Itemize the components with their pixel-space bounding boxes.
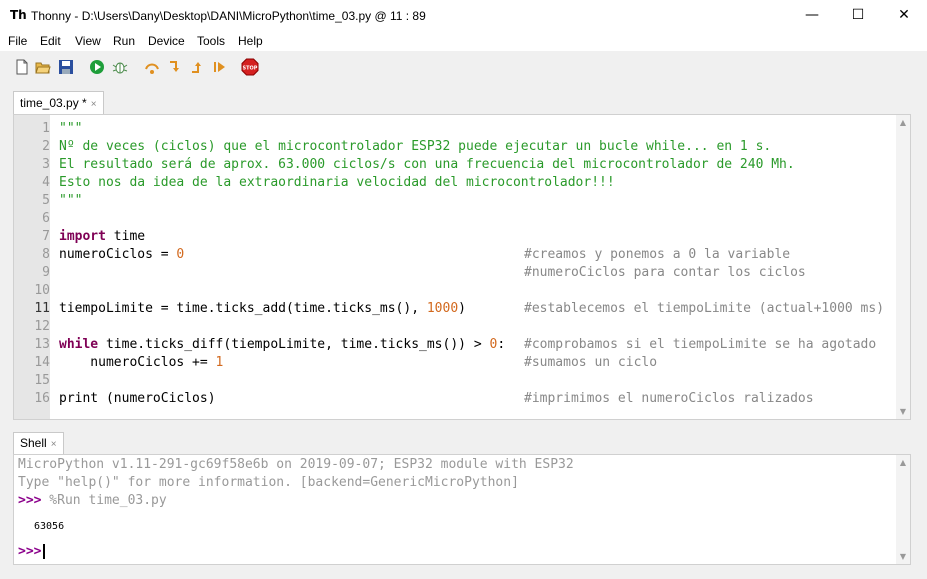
line-number: 8 — [42, 247, 50, 262]
code-line: numeroCiclos += 1 — [59, 354, 223, 372]
save-icon[interactable] — [58, 59, 74, 75]
shell-prompt: >>> — [18, 544, 42, 559]
number-literal: 0 — [176, 247, 185, 262]
line-number: 7 — [42, 229, 50, 244]
step-out-icon[interactable] — [189, 59, 205, 75]
shell-tab-label: Shell — [20, 436, 47, 450]
title-bar: Th Thonny - D:\Users\Dany\Desktop\DANI\M… — [0, 0, 927, 31]
line-number: 1 — [42, 121, 50, 136]
stop-label: STOP — [243, 66, 258, 72]
scroll-up-arrow-icon[interactable]: ▲ — [896, 458, 910, 467]
menu-edit[interactable]: Edit — [40, 34, 61, 48]
line-number-gutter: 1 2 3 4 5 6 7 8 9 10 11 12 13 14 15 16 — [14, 115, 50, 419]
minimize-button[interactable]: — — [789, 0, 835, 31]
code-line: Esto nos da idea de la extraordinaria ve… — [59, 175, 615, 190]
code-comment: #sumamos un ciclo — [524, 355, 658, 370]
code-comment: #establecemos el tiempoLimite (actual+10… — [524, 301, 885, 316]
menu-file[interactable]: File — [8, 34, 27, 48]
code-line: print (numeroCiclos) — [59, 391, 216, 406]
code-comment: #comprobamos si el tiempoLimite se ha ag… — [524, 337, 877, 352]
shell-command: %Run time_03.py — [41, 493, 167, 508]
line-number: 6 — [42, 211, 50, 226]
keyword: import — [59, 229, 106, 244]
code-line: """ — [59, 193, 83, 208]
stop-icon[interactable]: STOP — [241, 58, 259, 76]
run-icon[interactable] — [89, 59, 105, 75]
line-number-active: 11 — [34, 301, 50, 316]
new-file-icon[interactable] — [14, 59, 30, 75]
menu-bar: File Edit View Run Device Tools Help — [0, 31, 927, 51]
code-comment: #creamos y ponemos a 0 la variable — [524, 247, 791, 262]
menu-run[interactable]: Run — [113, 34, 135, 48]
close-tab-icon[interactable]: × — [91, 99, 97, 110]
shell-banner: Type "help()" for more information. [bac… — [18, 475, 519, 490]
menu-view[interactable]: View — [75, 34, 101, 48]
code-comment: #imprimimos el numeroCiclos ralizados — [524, 391, 814, 406]
scroll-up-arrow-icon[interactable]: ▲ — [896, 118, 910, 127]
menu-tools[interactable]: Tools — [197, 34, 225, 48]
editor-tab-bar: time_03.py * × — [0, 84, 927, 114]
code-comment: #numeroCiclos para contar los ciclos — [524, 265, 806, 280]
code-line: El resultado será de aprox. 63.000 ciclo… — [59, 157, 795, 172]
code-line: Nº de veces (ciclos) que el microcontrol… — [59, 139, 772, 154]
tab-shell[interactable]: Shell × — [13, 432, 64, 454]
line-number: 16 — [34, 391, 50, 406]
tab-label: time_03.py * — [20, 96, 87, 110]
code-text: time.ticks_diff(tiempoLimite, time.ticks… — [98, 337, 490, 352]
step-into-icon[interactable] — [167, 59, 183, 75]
menu-device[interactable]: Device — [148, 34, 185, 48]
resume-icon[interactable] — [211, 59, 227, 75]
code-text: time — [105, 229, 146, 244]
code-line: tiempoLimite = time.ticks_add(time.ticks… — [59, 300, 466, 318]
code-text: tiempoLimite = time.ticks_add(time.ticks… — [59, 301, 427, 316]
code-line: """ — [59, 121, 83, 136]
menu-help[interactable]: Help — [238, 34, 263, 48]
shell-command-line: >>> %Run time_03.py — [18, 492, 167, 510]
code-text: ) — [458, 301, 466, 316]
code-text: numeroCiclos += — [59, 355, 216, 370]
window-title: Thonny - D:\Users\Dany\Desktop\DANI\Micr… — [31, 9, 426, 23]
scroll-down-arrow-icon[interactable]: ▼ — [896, 407, 910, 416]
shell-output: 63056 — [34, 521, 65, 532]
keyword: while — [59, 337, 99, 352]
line-number: 14 — [34, 355, 50, 370]
toolbar: STOP — [0, 51, 927, 84]
shell-vertical-scrollbar[interactable]: ▲ ▼ — [896, 455, 910, 564]
code-editor[interactable]: 1 2 3 4 5 6 7 8 9 10 11 12 13 14 15 16 "… — [13, 114, 911, 420]
line-number: 5 — [42, 193, 50, 208]
code-line: while time.ticks_diff(tiempoLimite, time… — [59, 336, 505, 354]
number-literal: 1000 — [426, 301, 459, 316]
line-number: 10 — [34, 283, 50, 298]
line-number: 12 — [34, 319, 50, 334]
editor-vertical-scrollbar[interactable]: ▲ ▼ — [896, 115, 910, 419]
line-number: 2 — [42, 139, 50, 154]
step-over-icon[interactable] — [144, 59, 160, 75]
tab-time-03-py[interactable]: time_03.py * × — [13, 91, 104, 114]
line-number: 15 — [34, 373, 50, 388]
number-literal: 1 — [215, 355, 224, 370]
code-text: numeroCiclos = — [59, 247, 177, 262]
open-folder-icon[interactable] — [35, 59, 51, 75]
shell-input-line[interactable]: >>> — [18, 543, 46, 561]
maximize-button[interactable]: ☐ — [835, 0, 881, 31]
close-tab-icon[interactable]: × — [51, 439, 57, 450]
code-line: numeroCiclos = 0 — [59, 246, 184, 264]
line-number: 9 — [42, 265, 50, 280]
shell-tab-bar: Shell × — [0, 428, 927, 454]
debug-icon[interactable] — [112, 59, 128, 75]
shell-panel[interactable]: MicroPython v1.11-291-gc69f58e6b on 2019… — [13, 454, 911, 565]
line-number: 4 — [42, 175, 50, 190]
thonny-logo-icon: Th — [10, 8, 27, 22]
close-button[interactable]: ✕ — [881, 0, 927, 31]
shell-prompt: >>> — [18, 493, 42, 508]
code-text: : — [497, 337, 506, 352]
code-line: import time — [59, 228, 145, 246]
line-number: 13 — [34, 337, 50, 352]
scroll-down-arrow-icon[interactable]: ▼ — [896, 552, 910, 561]
line-number: 3 — [42, 157, 50, 172]
text-cursor — [43, 544, 46, 559]
shell-banner: MicroPython v1.11-291-gc69f58e6b on 2019… — [18, 457, 574, 472]
